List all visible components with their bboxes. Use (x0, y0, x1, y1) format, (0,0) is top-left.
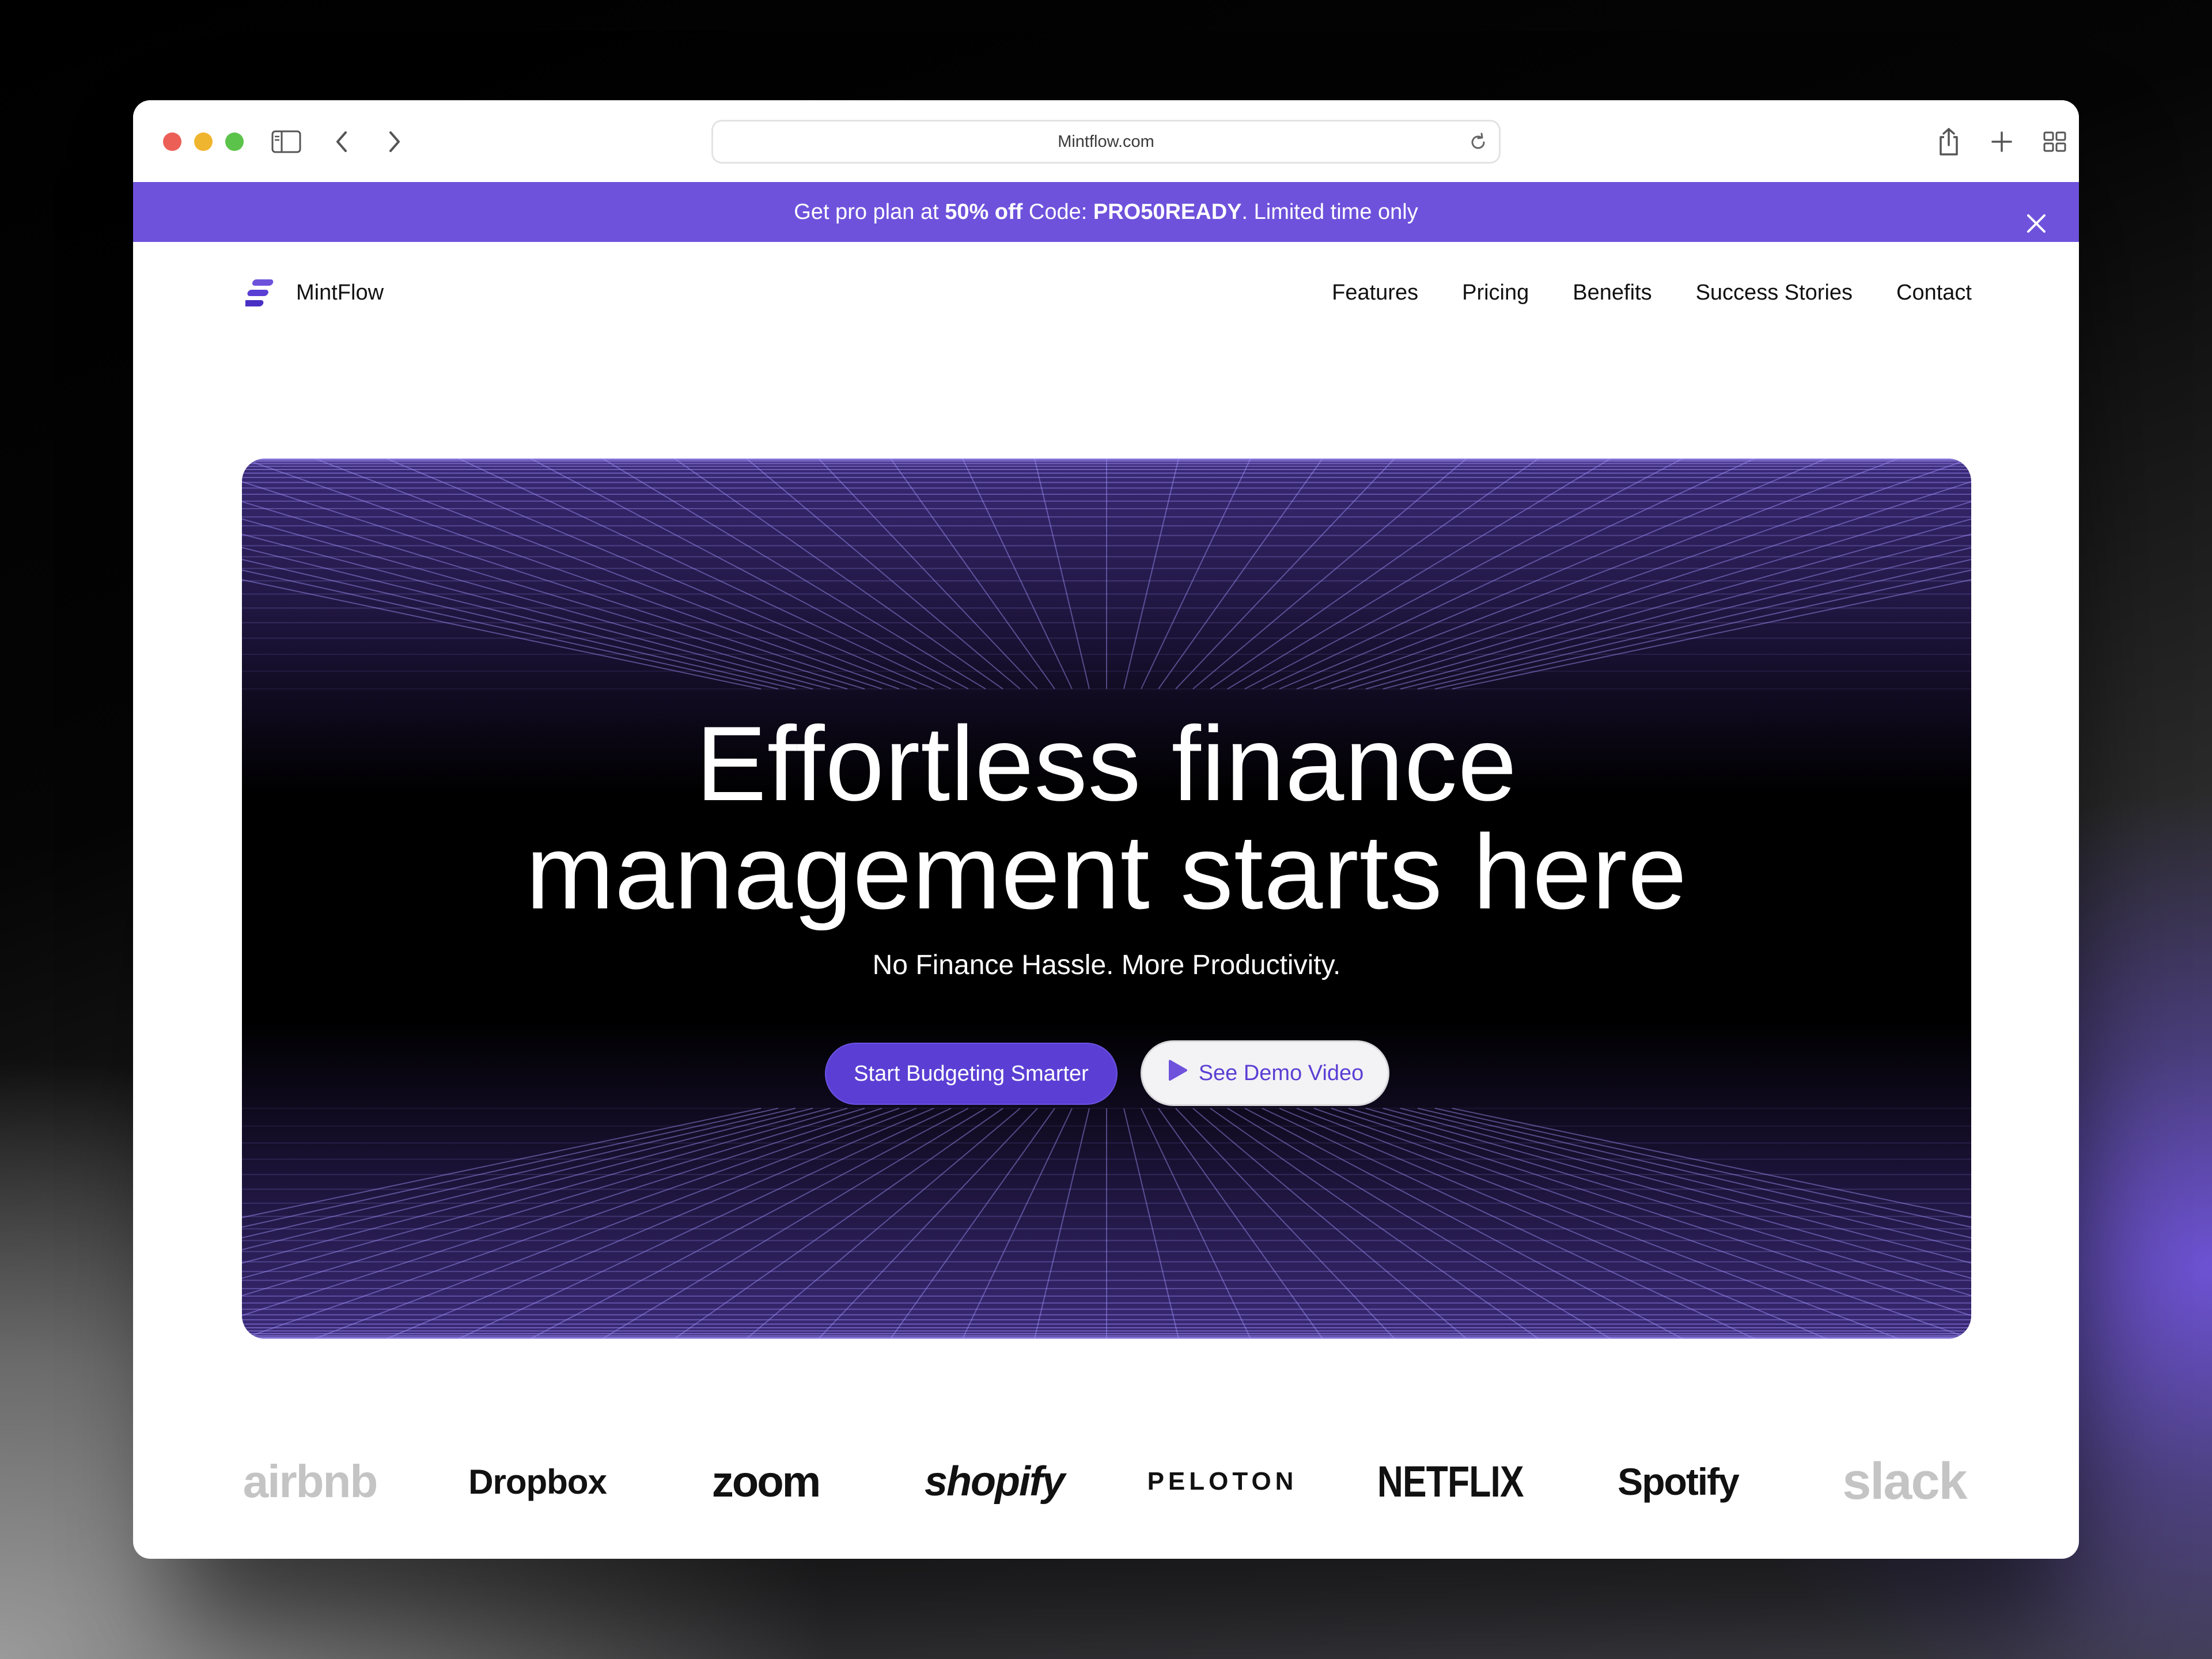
address-bar[interactable]: Mintflow.com (711, 120, 1501, 164)
netflix-logo: NETFLIX (1377, 1457, 1524, 1506)
banner-promo-code: PRO50READY (1093, 200, 1242, 224)
banner-text-after: . Limited time only (1241, 200, 1418, 224)
shopify-logo: shopify (924, 1459, 1065, 1505)
sidebar-toggle-icon[interactable] (270, 126, 302, 158)
customer-logos: airbnb Dropbox zoom shopify PELOTON NETF… (242, 1435, 1971, 1528)
nav-link-pricing[interactable]: Pricing (1462, 279, 1529, 306)
banner-code-label: Code: (1022, 200, 1093, 224)
hero-section: Effortless finance management starts her… (242, 459, 1971, 1339)
zoom-window-button[interactable] (225, 132, 244, 151)
see-demo-video-label: See Demo Video (1198, 1060, 1364, 1085)
banner-text-before: Get pro plan at (794, 200, 945, 224)
back-chevron-icon[interactable] (325, 126, 358, 158)
airbnb-logo: airbnb (243, 1456, 378, 1507)
close-icon[interactable] (2024, 199, 2049, 233)
see-demo-video-button[interactable]: See Demo Video (1141, 1040, 1389, 1106)
nav-link-features[interactable]: Features (1332, 279, 1418, 306)
new-tab-plus-icon[interactable] (1986, 126, 2018, 158)
zoom-logo: zoom (711, 1457, 821, 1506)
start-budgeting-button[interactable]: Start Budgeting Smarter (825, 1043, 1118, 1105)
banner-discount: 50% off (945, 200, 1023, 224)
url-text: Mintflow.com (1058, 132, 1154, 151)
hero-title-line-2: management starts here (525, 812, 1688, 931)
play-icon (1166, 1059, 1188, 1088)
hero-title-line-1: Effortless finance (695, 704, 1518, 823)
peloton-logo: PELOTON (1147, 1467, 1298, 1495)
forward-chevron-icon[interactable] (378, 126, 411, 158)
mintflow-logo-icon[interactable] (242, 278, 276, 308)
nav-link-contact[interactable]: Contact (1896, 279, 1972, 306)
site-header: MintFlow Features Pricing Benefits Succe… (133, 242, 2079, 357)
tab-overview-icon[interactable] (2039, 126, 2071, 158)
dropbox-logo: Dropbox (468, 1462, 607, 1501)
hero-title: Effortless finance management starts her… (242, 709, 1971, 926)
close-window-button[interactable] (163, 132, 181, 151)
share-icon[interactable] (1933, 126, 1965, 158)
spotify-logo: Spotify (1618, 1460, 1740, 1503)
minimize-window-button[interactable] (194, 132, 213, 151)
brand-name[interactable]: MintFlow (296, 279, 384, 306)
hero-subtitle: No Finance Hassle. More Productivity. (872, 950, 1341, 980)
slack-logo: slack (1842, 1452, 1967, 1510)
nav-link-benefits[interactable]: Benefits (1573, 279, 1652, 306)
nav-link-success-stories[interactable]: Success Stories (1696, 279, 1853, 306)
browser-toolbar: Mintflow.com (133, 100, 2079, 182)
main-nav: Features Pricing Benefits Success Storie… (1288, 279, 1972, 306)
promo-banner: Get pro plan at 50% off Code: PRO50READY… (133, 182, 2079, 242)
reload-icon[interactable] (1467, 131, 1490, 154)
browser-window: Mintflow.com Get pro plan at 50% off Cod… (133, 100, 2079, 1559)
